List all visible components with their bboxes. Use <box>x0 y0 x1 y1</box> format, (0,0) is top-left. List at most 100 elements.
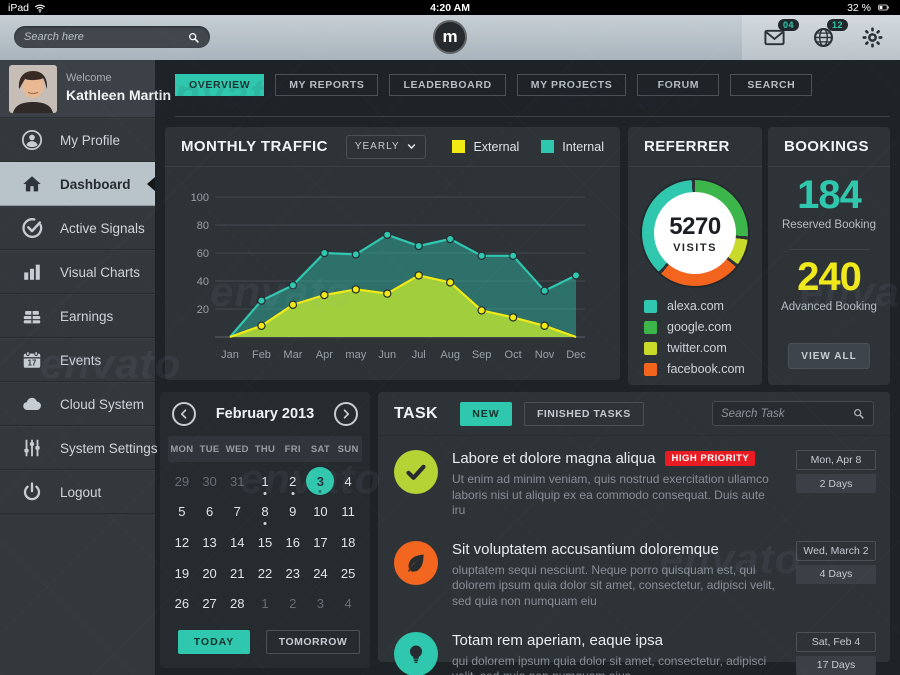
task-days-button[interactable]: 17 Days <box>796 656 876 675</box>
calendar-icon: 17 <box>21 349 43 371</box>
calendar-day[interactable]: 12 <box>168 527 196 558</box>
calendar-day[interactable]: 25 <box>334 558 362 589</box>
period-dropdown[interactable]: YEARLY <box>346 135 426 159</box>
referrer-legend-item: facebook.com <box>644 362 745 376</box>
calendar-day[interactable]: 15 <box>251 527 279 558</box>
calendar-day[interactable]: 4 <box>334 588 362 619</box>
sidebar-item-dashboard[interactable]: Dashboard <box>0 162 155 206</box>
new-task-button[interactable]: NEW <box>460 402 512 426</box>
sidebar-item-label: System Settings <box>60 441 158 456</box>
sidebar-item-my-profile[interactable]: My Profile <box>0 118 155 162</box>
day-header-tue: TUE <box>196 444 224 455</box>
calendar-day[interactable]: 3 <box>307 588 335 619</box>
sidebar-item-visual-charts[interactable]: Visual Charts <box>0 250 155 294</box>
calendar-day[interactable]: 17 <box>307 527 335 558</box>
calendar-next-button[interactable] <box>334 402 358 426</box>
bookings-panel: BOOKINGS 184 Reserved Booking 240 Advanc… <box>768 127 890 385</box>
day-number: 4 <box>345 596 352 611</box>
high-priority-badge: HIGH PRIORITY <box>665 451 755 466</box>
calendar-day[interactable]: 2 <box>279 588 307 619</box>
task-search[interactable] <box>712 401 874 426</box>
calendar-day[interactable]: 23 <box>279 558 307 589</box>
calendar-day[interactable]: 4 <box>334 466 362 497</box>
calendar-panel: February 2013 MONTUEWEDTHUFRISATSUN 2930… <box>160 392 370 668</box>
search-icon[interactable] <box>852 407 865 420</box>
svg-text:may: may <box>345 349 366 361</box>
calendar-day[interactable]: 2 <box>279 466 307 497</box>
task-search-input[interactable] <box>721 408 852 420</box>
task-date-button[interactable]: Sat, Feb 4 <box>796 632 876 652</box>
home-icon <box>21 173 43 195</box>
day-number: 14 <box>230 535 244 550</box>
calendar-day[interactable]: 29 <box>168 466 196 497</box>
advanced-booking-value: 240 <box>768 257 890 297</box>
calendar-day[interactable]: 22 <box>251 558 279 589</box>
calendar-day[interactable]: 9 <box>279 497 307 528</box>
calendar-day[interactable]: 11 <box>334 497 362 528</box>
sidebar-item-system-settings[interactable]: System Settings <box>0 426 155 470</box>
calendar-day[interactable]: 8 <box>251 497 279 528</box>
view-all-button[interactable]: VIEW ALL <box>788 343 870 369</box>
day-number: 27 <box>202 596 216 611</box>
calendar-day[interactable]: 31 <box>223 466 251 497</box>
calendar-day[interactable]: 14 <box>223 527 251 558</box>
search-input[interactable] <box>24 31 187 43</box>
tab-overview[interactable]: OVERVIEW <box>175 74 264 96</box>
settings-button[interactable] <box>861 26 884 49</box>
calendar-day[interactable]: 18 <box>334 527 362 558</box>
task-days-button[interactable]: 2 Days <box>796 474 876 493</box>
day-number: 16 <box>285 535 299 550</box>
calendar-day[interactable]: 19 <box>168 558 196 589</box>
calendar-day[interactable]: 30 <box>196 466 224 497</box>
sidebar-item-label: Active Signals <box>60 221 145 236</box>
tab-leaderboard[interactable]: LEADERBOARD <box>389 74 505 96</box>
calendar-day[interactable]: 1 <box>251 588 279 619</box>
sidebar-item-logout[interactable]: Logout <box>0 470 155 514</box>
tab-my-projects[interactable]: MY PROJECTS <box>517 74 627 96</box>
calendar-day[interactable]: 20 <box>196 558 224 589</box>
sidebar-item-active-signals[interactable]: Active Signals <box>0 206 155 250</box>
calendar-day[interactable]: 27 <box>196 588 224 619</box>
sidebar-item-events[interactable]: 17Events <box>0 338 155 382</box>
today-button[interactable]: TODAY <box>178 630 250 654</box>
calendar-day[interactable]: 5 <box>168 497 196 528</box>
calendar-day[interactable]: 21 <box>223 558 251 589</box>
calendar-day[interactable]: 26 <box>168 588 196 619</box>
calendar-day[interactable]: 28 <box>223 588 251 619</box>
tomorrow-button[interactable]: TOMORROW <box>266 630 360 654</box>
tab-search[interactable]: SEARCH <box>730 74 812 96</box>
calendar-day-selected[interactable]: 3 <box>307 466 335 497</box>
task-row[interactable]: Sit voluptatem accusantium doloremqueolu… <box>378 527 890 618</box>
calendar-day[interactable]: 16 <box>279 527 307 558</box>
task-days-button[interactable]: 4 Days <box>796 565 876 584</box>
calendar-day[interactable]: 6 <box>196 497 224 528</box>
finished-tasks-button[interactable]: FINISHED TASKS <box>524 402 644 426</box>
calendar-day[interactable]: 24 <box>307 558 335 589</box>
global-search[interactable] <box>14 26 210 48</box>
calendar-day[interactable]: 10 <box>307 497 335 528</box>
search-icon[interactable] <box>187 31 200 44</box>
day-number: 7 <box>234 504 241 519</box>
task-date-button[interactable]: Wed, March 2 <box>796 541 876 561</box>
tab-forum[interactable]: FORUM <box>637 74 719 96</box>
task-row[interactable]: Labore et dolore magna aliquaHIGH PRIORI… <box>378 436 890 527</box>
day-number: 6 <box>206 504 213 519</box>
sidebar-item-earnings[interactable]: Earnings <box>0 294 155 338</box>
calendar-day[interactable]: 13 <box>196 527 224 558</box>
calendar-prev-button[interactable] <box>172 402 196 426</box>
notifications-button[interactable]: 12 <box>812 26 835 49</box>
task-date-button[interactable]: Mon, Apr 8 <box>796 450 876 470</box>
day-number: 31 <box>230 474 244 489</box>
tab-my-reports[interactable]: MY REPORTS <box>275 74 378 96</box>
task-row[interactable]: Totam rem aperiam, eaque ipsaqui dolorem… <box>378 618 890 675</box>
svg-text:Apr: Apr <box>316 349 333 361</box>
sidebar-item-cloud-system[interactable]: Cloud System <box>0 382 155 426</box>
calendar-day[interactable]: 7 <box>223 497 251 528</box>
battery-icon <box>875 2 892 13</box>
calendar-day[interactable]: 1 <box>251 466 279 497</box>
referrer-legend-item: twitter.com <box>644 341 745 355</box>
sidebar-item-label: My Profile <box>60 133 120 148</box>
mail-button[interactable]: 04 <box>763 26 786 49</box>
avatar[interactable] <box>9 65 57 113</box>
status-bar: iPad 4:20 AM 32 % <box>0 0 900 15</box>
